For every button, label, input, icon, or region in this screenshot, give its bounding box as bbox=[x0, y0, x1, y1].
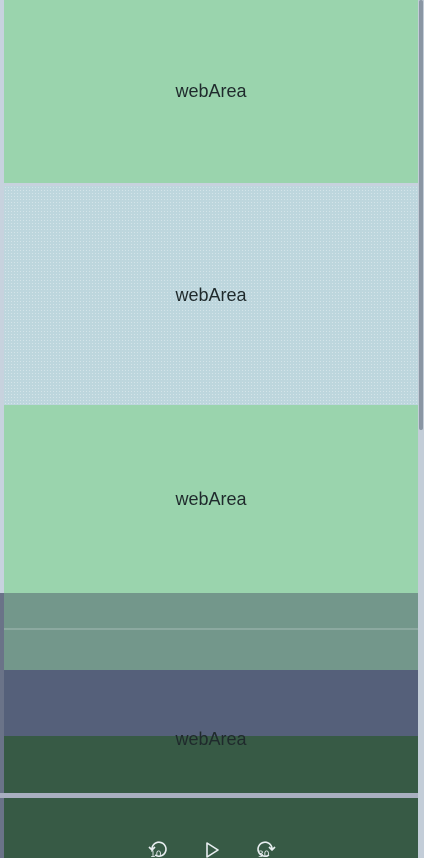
rewind-seconds: 10 bbox=[150, 850, 162, 858]
scrollbar-thumb[interactable] bbox=[419, 0, 423, 430]
player-controls: 10 30 bbox=[0, 838, 424, 858]
web-area-1[interactable]: webArea bbox=[4, 0, 418, 183]
web-area-2[interactable]: webArea bbox=[4, 186, 418, 405]
scrollbar-track[interactable] bbox=[418, 0, 424, 858]
forward-button[interactable]: 30 bbox=[254, 838, 278, 858]
web-area-label: webArea bbox=[175, 81, 247, 101]
app-root: webArea webArea webArea webArea 10 30 bbox=[0, 0, 424, 858]
web-area-label: webArea bbox=[175, 488, 247, 509]
web-area-label: webArea bbox=[175, 285, 247, 305]
play-icon bbox=[206, 842, 219, 858]
web-area-label: webArea bbox=[175, 729, 247, 749]
rewind-button[interactable]: 10 bbox=[146, 838, 170, 858]
web-area-3[interactable]: webArea bbox=[4, 405, 418, 593]
web-area-4[interactable]: webArea bbox=[4, 593, 418, 793]
play-button[interactable] bbox=[200, 838, 224, 858]
forward-seconds: 30 bbox=[258, 850, 270, 858]
